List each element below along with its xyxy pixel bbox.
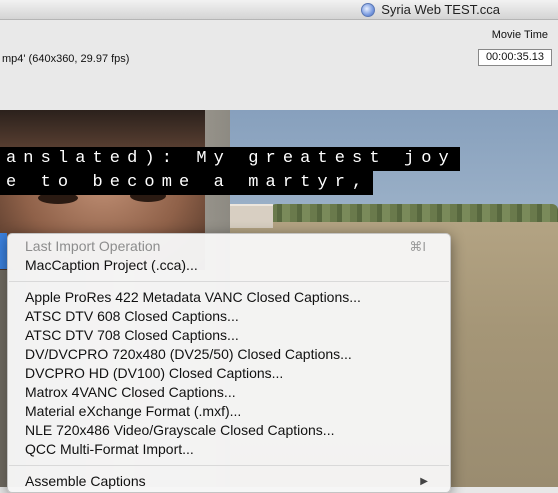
document-cca-icon xyxy=(361,2,376,17)
menu-item-atsc-dtv-708[interactable]: ATSC DTV 708 Closed Captions... xyxy=(25,326,440,345)
menu-item-dvcpro-hd[interactable]: DVCPRO HD (DV100) Closed Captions... xyxy=(25,364,440,383)
file-info-text: mp4' (640x360, 29.97 fps) xyxy=(2,53,130,65)
menu-item-last-import-operation: Last Import Operation ⌘I xyxy=(25,237,440,256)
menu-item-shortcut: ⌘I xyxy=(409,239,426,254)
submenu-arrow-icon: ▶ xyxy=(420,476,428,487)
movie-time-field[interactable]: 00:00:35.13 xyxy=(478,49,552,66)
caption-line-1: anslated): My greatest joy xyxy=(0,147,460,171)
menu-item-label: Last Import Operation xyxy=(25,238,161,254)
menu-item-dv-dvcpro-720x480[interactable]: DV/DVCPRO 720x480 (DV25/50) Closed Capti… xyxy=(25,345,440,364)
menu-parent-highlight xyxy=(0,233,7,269)
window-title: Syria Web TEST.cca xyxy=(381,2,500,17)
video-speaker-hair xyxy=(0,110,205,150)
menu-separator xyxy=(9,281,449,282)
movie-time-label: Movie Time xyxy=(491,29,548,41)
window-title-group: Syria Web TEST.cca xyxy=(361,2,500,17)
video-background-house xyxy=(227,204,273,228)
menu-item-material-exchange-format[interactable]: Material eXchange Format (.mxf)... xyxy=(25,402,440,421)
menu-item-matrox-4vanc[interactable]: Matrox 4VANC Closed Captions... xyxy=(25,383,440,402)
menu-separator xyxy=(9,465,449,466)
window-titlebar: Syria Web TEST.cca xyxy=(0,0,558,20)
menu-item-atsc-dtv-608[interactable]: ATSC DTV 608 Closed Captions... xyxy=(25,307,440,326)
menu-item-maccaption-project[interactable]: MacCaption Project (.cca)... xyxy=(25,256,440,275)
menu-item-nle-720x486[interactable]: NLE 720x486 Video/Grayscale Closed Capti… xyxy=(25,421,440,440)
movie-info-bar: mp4' (640x360, 29.97 fps) Movie Time 00:… xyxy=(0,20,558,110)
menu-item-apple-prores-vanc[interactable]: Apple ProRes 422 Metadata VANC Closed Ca… xyxy=(25,288,440,307)
video-background-trees xyxy=(270,204,558,222)
menu-item-assemble-captions[interactable]: Assemble Captions ▶ xyxy=(25,472,440,491)
import-submenu: Last Import Operation ⌘I MacCaption Proj… xyxy=(7,233,451,493)
caption-line-2: e to become a martyr, xyxy=(0,171,374,195)
menu-item-qcc-multi-format-import[interactable]: QCC Multi-Format Import... xyxy=(25,440,440,459)
